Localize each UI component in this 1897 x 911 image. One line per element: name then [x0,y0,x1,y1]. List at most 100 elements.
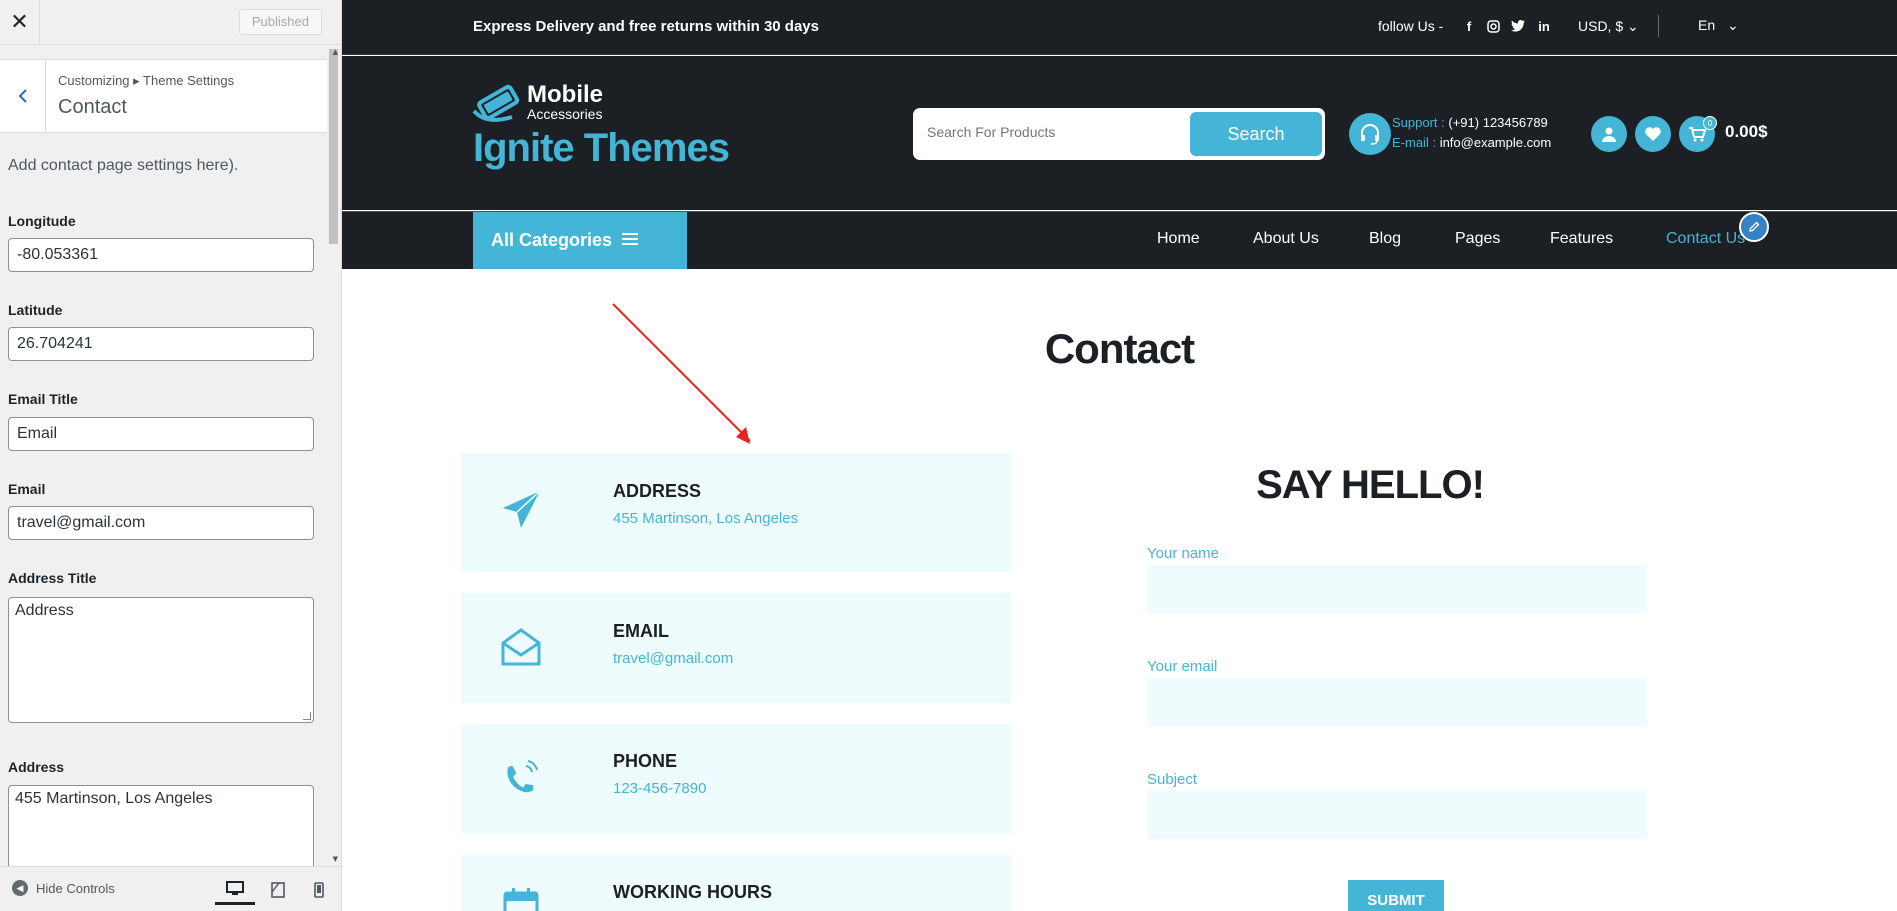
cart-count-badge: 0 [1703,116,1717,130]
address-title-value: Address [15,602,74,619]
support-email: E-mail : info@example.com [1392,135,1551,150]
headset-icon [1349,113,1391,155]
email-value[interactable]: travel@gmail.com [613,650,733,667]
subject-input[interactable] [1147,791,1647,839]
email-label: Email [8,481,46,497]
customizer-header: ✕ Published [0,0,341,45]
language-selector[interactable]: En ⌄ [1698,17,1739,34]
support-phone-label: Support : [1392,115,1445,130]
language-value: En [1698,17,1716,33]
address-card: ADDRESS 455 Martinson, Los Angeles [461,453,1011,572]
address-value: 455 Martinson, Los Angeles [613,510,799,527]
tablet-preview-icon[interactable] [258,875,298,905]
form-heading: SAY HELLO! [1256,463,1485,507]
email-title: EMAIL [613,621,669,641]
support-email-label: E-mail : [1392,135,1437,150]
longitude-input[interactable]: -80.053361 [8,238,314,272]
facebook-icon[interactable]: f [1461,18,1477,34]
mobile-preview-icon[interactable] [299,875,339,905]
scroll-up-arrow-icon[interactable]: ▲ [333,48,338,56]
currency-selector[interactable]: USD, $ ⌄ [1578,18,1639,35]
working-hours-title: WORKING HOURS [613,882,772,902]
chevron-down-icon: ⌄ [1627,18,1639,34]
search-bar: Search [913,108,1325,160]
support-email-value: info@example.com [1439,135,1552,150]
phone-icon [497,755,545,803]
user-icon[interactable] [1591,116,1627,152]
site-preview: Express Delivery and free returns within… [342,0,1897,911]
address-title-label: Address Title [8,570,97,586]
scroll-down-arrow-icon[interactable]: ▼ [333,855,338,863]
currency-value: USD, $ [1578,18,1624,34]
latitude-input[interactable]: 26.704241 [8,327,314,361]
hide-controls-label: Hide Controls [36,880,115,896]
follow-label: follow Us - [1378,18,1444,34]
envelope-open-icon [497,623,545,671]
main-navigation: All Categories Home About Us Blog Pages … [342,211,1897,269]
email-card: EMAIL travel@gmail.com [461,593,1011,703]
calendar-icon [497,882,545,911]
nav-blog[interactable]: Blog [1369,230,1401,248]
nav-home[interactable]: Home [1157,230,1200,248]
all-categories-button[interactable]: All Categories [473,212,687,269]
cart-total[interactable]: 0.00$ [1725,122,1768,142]
logo-subtitle: Accessories [527,106,603,122]
latitude-label: Latitude [8,302,63,318]
hamburger-menu-icon [622,230,639,251]
phone-card: PHONE 123-456-7890 [461,724,1011,834]
top-bar: Express Delivery and free returns within… [342,0,1897,55]
site-header: Mobile Accessories Ignite Themes Search … [342,56,1897,210]
section-description: Add contact page settings here). [8,157,239,174]
hide-controls-button[interactable]: ◀ Hide Controls [12,880,115,896]
search-input[interactable] [927,124,1177,140]
name-label: Your name [1147,545,1219,562]
heart-icon[interactable] [1635,116,1671,152]
scrollbar[interactable] [328,47,339,867]
email-title-input[interactable]: Email [8,417,314,451]
paper-plane-icon [497,485,545,533]
search-button[interactable]: Search [1190,112,1322,156]
subject-label: Subject [1147,771,1198,788]
nav-features[interactable]: Features [1550,230,1613,248]
back-chevron-icon[interactable] [0,60,46,132]
email-input[interactable] [1147,678,1647,726]
all-categories-label: All Categories [491,230,613,250]
annotation-arrow [612,303,751,444]
address-title-textarea[interactable]: Address [8,597,314,723]
page-title: Contact [1044,325,1195,372]
working-hours-card: WORKING HOURS [461,855,1011,911]
address-label: Address [8,759,65,775]
name-input[interactable] [1147,565,1647,613]
support-phone-value: (+91) 123456789 [1448,115,1548,130]
section-header: Customizing ▸ Theme Settings Contact [0,59,327,133]
email-title-label: Email Title [8,391,78,407]
section-title: Contact [58,96,127,118]
email-input[interactable]: travel@gmail.com [8,506,314,540]
divider [1658,15,1659,37]
phone-title: PHONE [613,751,678,771]
close-icon[interactable]: ✕ [0,0,40,45]
brand-name[interactable]: Ignite Themes [473,126,730,171]
scrollbar-thumb[interactable] [329,49,338,244]
email-label: Your email [1147,658,1218,675]
submit-button[interactable]: SUBMIT [1348,880,1444,911]
customizer-panel: ✕ Published Customizing ▸ Theme Settings… [0,0,342,911]
customizer-footer: ◀ Hide Controls [0,866,341,911]
phone-value[interactable]: 123-456-7890 [613,780,706,797]
published-button[interactable]: Published [238,9,322,35]
edit-pencil-icon[interactable] [1739,212,1769,242]
nav-contact-us[interactable]: Contact Us [1666,230,1745,248]
twitter-icon[interactable] [1510,18,1526,34]
resize-grip-icon[interactable] [303,712,311,720]
instagram-icon[interactable] [1485,18,1501,34]
nav-pages[interactable]: Pages [1455,230,1500,248]
address-textarea[interactable]: 455 Martinson, Los Angeles [8,785,314,869]
breadcrumb: Customizing ▸ Theme Settings [58,73,235,88]
phone-logo-icon[interactable] [472,81,526,127]
desktop-preview-icon[interactable] [215,875,255,905]
chevron-down-icon: ⌄ [1727,17,1739,33]
linkedin-icon[interactable]: in [1536,18,1552,34]
promo-text: Express Delivery and free returns within… [473,18,819,35]
nav-about-us[interactable]: About Us [1253,230,1319,248]
address-title: ADDRESS [613,481,702,501]
